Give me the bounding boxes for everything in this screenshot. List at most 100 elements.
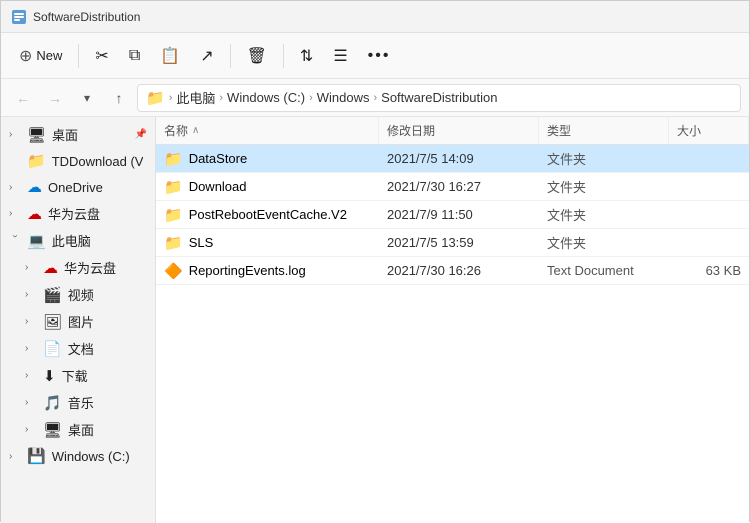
back-button[interactable]: ← [9,84,37,112]
delete-icon: 🗑 [247,46,267,66]
sidebar-item-desktop2[interactable]: › 🖥 桌面 [1,416,155,443]
onedrive-icon: ☁ [27,178,42,196]
breadcrumb-sep-3: › [373,92,377,104]
sidebar-item-huawei-cloud[interactable]: › ☁ 华为云盘 [1,200,155,227]
sidebar-label-this-pc: 此电脑 [52,231,91,250]
sidebar-item-huawei-cloud2[interactable]: › ☁ 华为云盘 [1,254,155,281]
expand-arrow-this-pc: › [10,235,21,247]
file-name-datastore: DataStore [189,151,248,166]
sidebar-label-huawei-cloud: 华为云盘 [48,204,100,223]
log-icon-reportingevents: 🔶 [164,262,183,280]
folder-icon-sls: 📁 [164,234,183,252]
col-header-size[interactable]: 大小 [669,117,749,144]
breadcrumb-item-1[interactable]: Windows (C:) [227,90,305,105]
new-icon: ⊕ [19,46,32,66]
delete-button[interactable]: 🗑 [239,41,275,71]
sidebar-label-windows-c: Windows (C:) [52,449,130,464]
sidebar-label-desktop2: 桌面 [68,420,94,439]
title-bar: SoftwareDistribution [1,1,749,33]
sidebar-label-music: 音乐 [68,393,94,412]
col-header-type[interactable]: 类型 [539,117,669,144]
file-name-cell: 📁 Download [156,178,379,196]
col-date-label: 修改日期 [387,122,435,139]
col-header-name[interactable]: 名称 ∧ [156,117,379,144]
file-type-sls: 文件夹 [539,233,669,252]
breadcrumb-item-2[interactable]: Windows [317,90,370,105]
folder-icon: 📁 [146,89,165,107]
breadcrumb-sep-2: › [309,92,313,104]
back-icon: ← [16,90,30,106]
cut-icon: ✂ [95,46,108,66]
file-date-reportingevents: 2021/7/30 16:26 [379,263,539,278]
expand-arrow-documents: › [25,343,37,354]
copy-path-icon: ⧉ [129,47,140,65]
table-row[interactable]: 📁 PostRebootEventCache.V2 2021/7/9 11:50… [156,201,749,229]
expand-arrow-windows-c: › [9,451,21,462]
sidebar-label-huawei-cloud2: 华为云盘 [64,258,116,277]
sidebar-item-tddownload[interactable]: 📁 TDDownload (V [1,148,155,174]
col-header-date[interactable]: 修改日期 [379,117,539,144]
expand-arrow-desktop1: › [9,129,21,140]
file-name-download: Download [189,179,247,194]
file-date-postreboot: 2021/7/9 11:50 [379,207,539,222]
new-button[interactable]: ⊕ New [11,41,70,71]
downloads-icon: ⬇ [43,367,56,385]
share-icon: ↗ [200,46,213,66]
sidebar-item-music[interactable]: › 🎵 音乐 [1,389,155,416]
folder-icon-download: 📁 [164,178,183,196]
up-icon: ↑ [116,90,123,106]
up-button[interactable]: ↑ [105,84,133,112]
table-row[interactable]: 📁 Download 2021/7/30 16:27 文件夹 [156,173,749,201]
breadcrumb-item-0[interactable]: 此电脑 [176,88,215,107]
forward-icon: → [48,90,62,106]
sidebar-item-windows-c[interactable]: › 💾 Windows (C:) [1,443,155,469]
sidebar-item-this-pc[interactable]: › 💻 此电脑 [1,227,155,254]
share-button[interactable]: ↗ [192,41,221,71]
table-row[interactable]: 🔶 ReportingEvents.log 2021/7/30 16:26 Te… [156,257,749,285]
file-list: 名称 ∧ 修改日期 类型 大小 📁 DataStore 2021/7/5 14:… [156,117,749,523]
new-label: New [36,48,62,63]
sidebar-label-onedrive: OneDrive [48,180,103,195]
paste-button[interactable]: 📋 [152,41,188,71]
expand-arrow-huawei2: › [25,262,37,273]
this-pc-icon: 💻 [27,232,46,250]
expand-arrow-music: › [25,397,37,408]
expand-arrow-desktop2: › [25,424,37,435]
cut-button[interactable]: ✂ [87,41,116,71]
video-icon: 🎬 [43,286,62,304]
sidebar-item-desktop1[interactable]: › 🖥 桌面 📌 [1,121,155,148]
sidebar-item-documents[interactable]: › 📄 文档 [1,335,155,362]
sort-icon: ⇅ [300,46,313,66]
copy-path-button[interactable]: ⧉ [121,42,148,70]
table-row[interactable]: 📁 DataStore 2021/7/5 14:09 文件夹 [156,145,749,173]
file-name-cell: 📁 PostRebootEventCache.V2 [156,206,379,224]
more-icon: ••• [368,47,391,65]
folder-icon-datastore: 📁 [164,150,183,168]
more-button[interactable]: ••• [360,42,399,70]
file-name-sls: SLS [189,235,214,250]
sidebar-item-video[interactable]: › 🎬 视频 [1,281,155,308]
sidebar-label-video: 视频 [68,285,94,304]
view-icon: ☰ [333,46,347,66]
documents-icon: 📄 [43,340,62,358]
address-bar: ← → ▾ ↑ 📁 › 此电脑 › Windows (C:) › Windows… [1,79,749,117]
sidebar-item-onedrive[interactable]: › ☁ OneDrive [1,174,155,200]
file-date-datastore: 2021/7/5 14:09 [379,151,539,166]
title-bar-text: SoftwareDistribution [33,10,140,24]
sidebar-label-documents: 文档 [68,339,94,358]
view-button[interactable]: ☰ [325,41,355,71]
breadcrumb-item-3[interactable]: SoftwareDistribution [381,90,497,105]
pin-icon-desktop1: 📌 [135,129,147,140]
sidebar-item-pictures[interactable]: › 🖼 图片 [1,308,155,335]
sidebar-label-tddownload: TDDownload (V [52,154,144,169]
breadcrumb-sep-1: › [219,92,223,104]
file-size-reportingevents: 63 KB [669,263,749,278]
table-row[interactable]: 📁 SLS 2021/7/5 13:59 文件夹 [156,229,749,257]
sidebar-item-downloads[interactable]: › ⬇ 下载 [1,362,155,389]
expand-arrow-downloads: › [25,370,37,381]
file-date-sls: 2021/7/5 13:59 [379,235,539,250]
sort-button[interactable]: ⇅ [292,41,321,71]
expand-arrow-onedrive: › [9,182,21,193]
forward-button[interactable]: → [41,84,69,112]
recent-button[interactable]: ▾ [73,84,101,112]
